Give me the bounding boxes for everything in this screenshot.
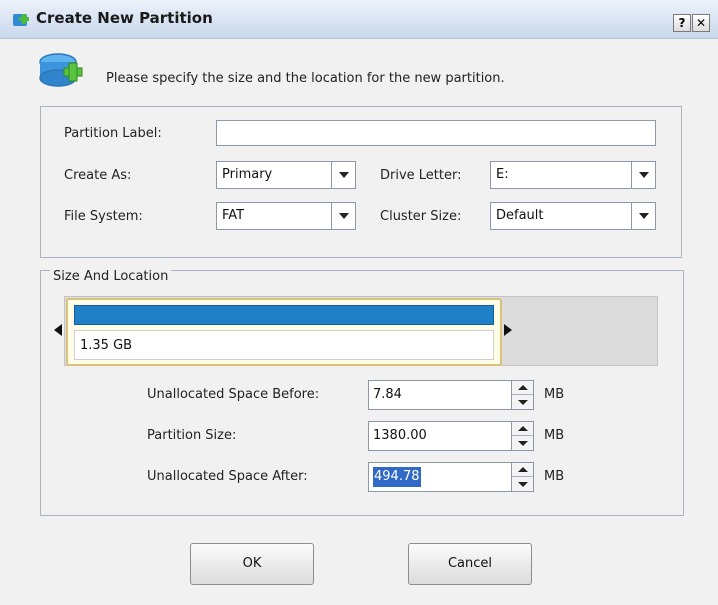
partition-info-area	[74, 330, 494, 360]
instruction-text: Please specify the size and the location…	[106, 71, 505, 86]
chevron-down-icon[interactable]	[631, 162, 655, 188]
drive-letter-value: E:	[496, 167, 509, 182]
create-partition-dialog: Create New Partition ? ✕ Please specify …	[0, 0, 718, 605]
drive-letter-select[interactable]: E:	[490, 161, 656, 189]
unallocated-before-value[interactable]: 7.84	[373, 381, 402, 409]
file-system-label: File System:	[64, 209, 143, 224]
unallocated-after-spinner[interactable]: 494.78	[368, 462, 534, 492]
partition-size-label: Partition Size:	[147, 428, 237, 443]
partition-size-display: 1.35 GB	[80, 338, 133, 353]
spin-down-icon[interactable]	[512, 436, 533, 450]
title-bar[interactable]: Create New Partition ? ✕	[0, 0, 718, 39]
chevron-down-icon[interactable]	[631, 203, 655, 229]
spin-up-icon[interactable]	[512, 422, 533, 436]
partition-usage-bar	[74, 305, 494, 325]
unallocated-before-spinner[interactable]: 7.84	[368, 380, 534, 410]
create-as-value: Primary	[222, 167, 273, 182]
chevron-down-icon[interactable]	[331, 162, 355, 188]
help-button[interactable]: ?	[673, 14, 691, 32]
close-button[interactable]: ✕	[692, 14, 710, 32]
unit-label: MB	[544, 428, 565, 443]
size-location-title: Size And Location	[50, 269, 172, 284]
resize-right-handle[interactable]	[504, 324, 512, 336]
drive-letter-label: Drive Letter:	[380, 168, 462, 183]
partition-label-label: Partition Label:	[64, 126, 162, 141]
unit-label: MB	[544, 469, 565, 484]
spin-up-icon[interactable]	[512, 381, 533, 395]
unallocated-after-value[interactable]: 494.78	[373, 467, 421, 487]
new-partition-icon	[39, 53, 83, 87]
partition-label-input[interactable]	[216, 120, 656, 146]
spin-down-icon[interactable]	[512, 395, 533, 409]
file-system-select[interactable]: FAT	[216, 202, 356, 230]
create-as-select[interactable]: Primary	[216, 161, 356, 189]
partition-size-spinner[interactable]: 1380.00	[368, 421, 534, 451]
window-title: Create New Partition	[36, 9, 213, 27]
partition-size-value[interactable]: 1380.00	[373, 422, 427, 450]
resize-left-handle[interactable]	[54, 324, 62, 336]
spin-down-icon[interactable]	[512, 477, 533, 491]
app-icon	[13, 14, 29, 26]
spin-up-icon[interactable]	[512, 463, 533, 477]
unallocated-after-label: Unallocated Space After:	[147, 469, 308, 484]
unallocated-before-label: Unallocated Space Before:	[147, 387, 320, 402]
cancel-button[interactable]: Cancel	[408, 543, 532, 585]
cluster-size-label: Cluster Size:	[380, 209, 462, 224]
file-system-value: FAT	[222, 208, 245, 223]
cluster-size-value: Default	[496, 208, 544, 223]
cluster-size-select[interactable]: Default	[490, 202, 656, 230]
ok-button[interactable]: OK	[190, 543, 314, 585]
unit-label: MB	[544, 387, 565, 402]
create-as-label: Create As:	[64, 168, 132, 183]
chevron-down-icon[interactable]	[331, 203, 355, 229]
